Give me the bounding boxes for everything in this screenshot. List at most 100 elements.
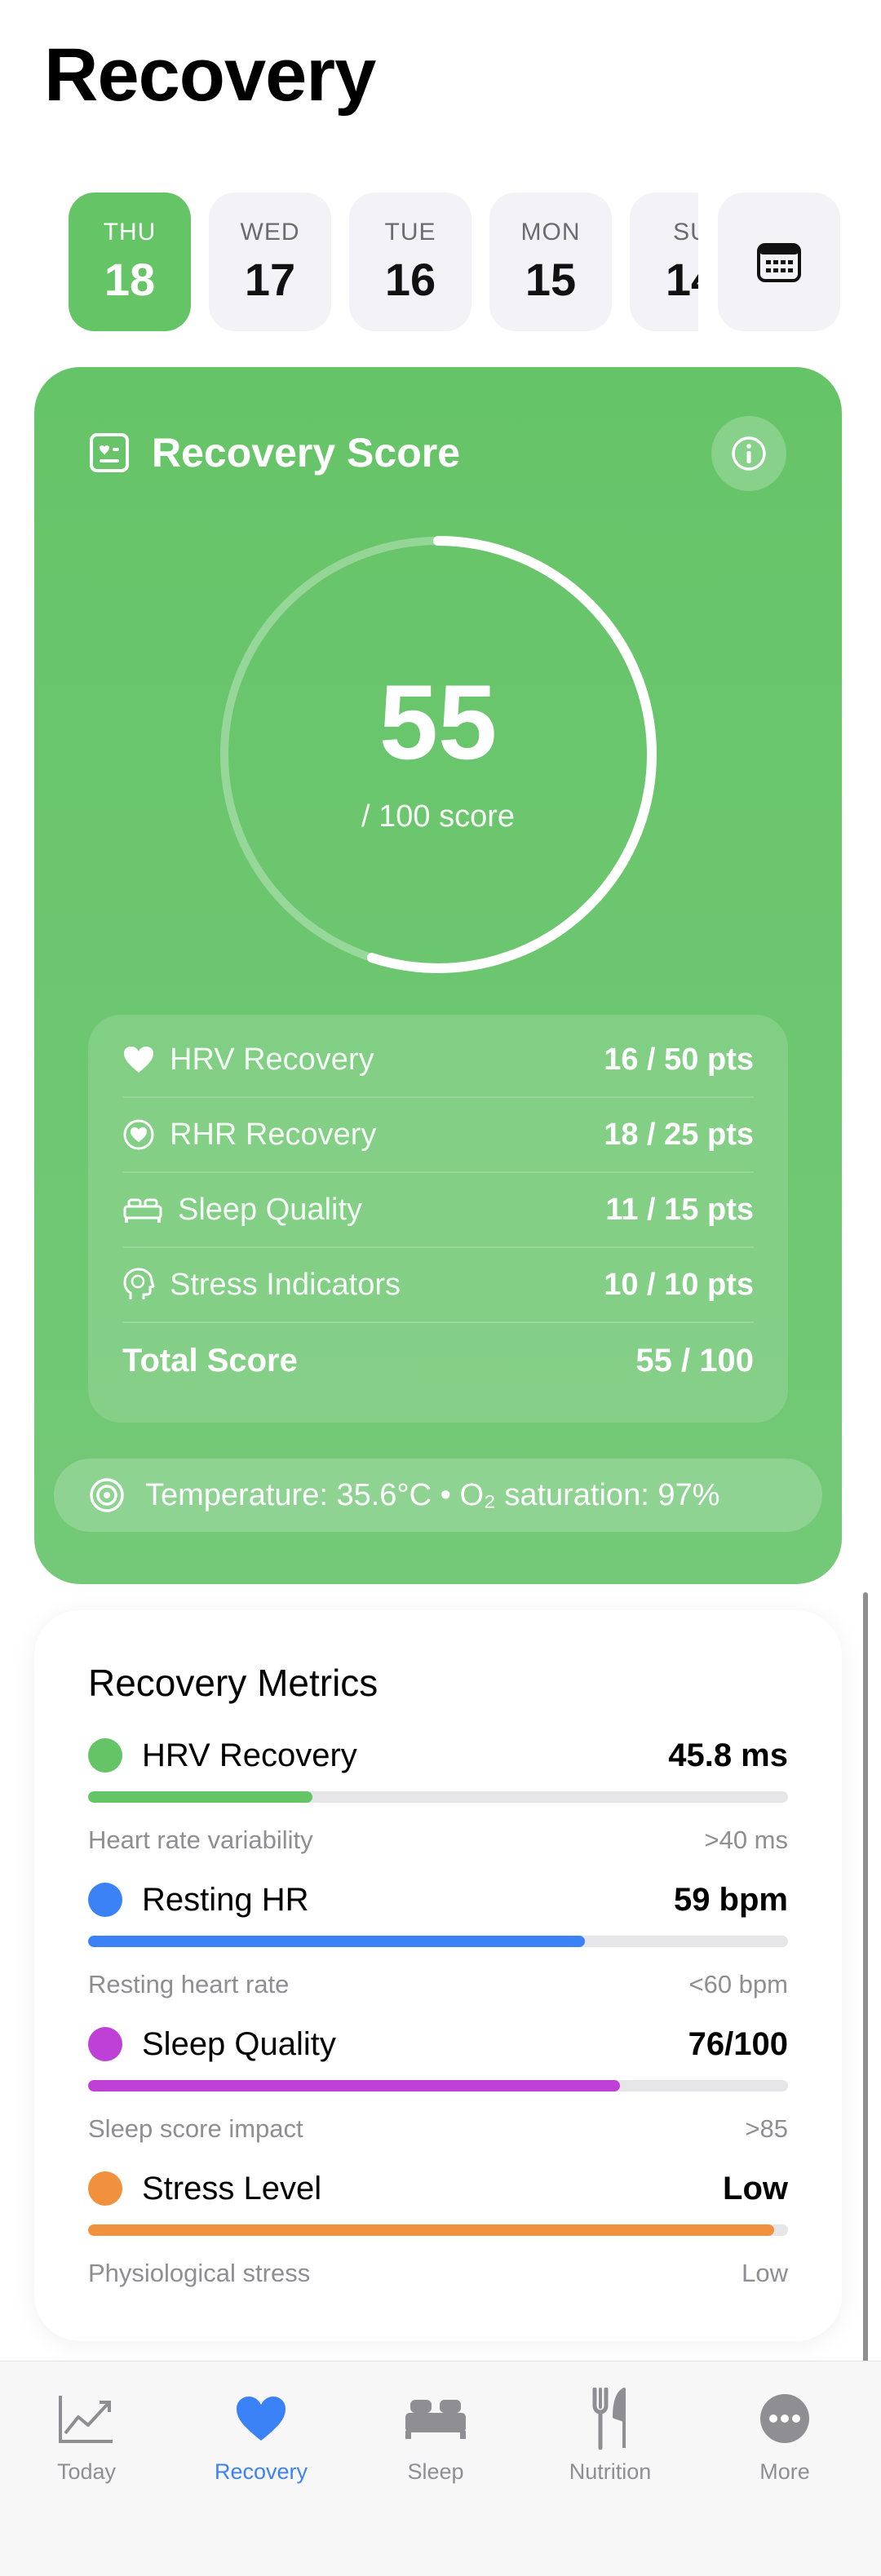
metric-description: Sleep score impact [88, 2114, 303, 2143]
day-number: 16 [384, 253, 436, 305]
scrollbar[interactable] [863, 1592, 868, 2369]
recovery-metrics-card: Recovery Metrics HRV Recovery 45.8 ms He… [34, 1610, 842, 2341]
tab-label: Today [56, 2459, 117, 2484]
day-sun[interactable]: SU 14 [630, 193, 698, 331]
tab-nutrition[interactable]: Nutrition [537, 2386, 684, 2500]
day-label: TUE [384, 218, 436, 246]
metric-hrv: HRV Recovery 45.8 ms Heart rate variabil… [88, 1733, 788, 1863]
metric-progress-track [88, 2224, 788, 2236]
day-number: 17 [244, 253, 296, 305]
breakdown-row-stress: Stress Indicators 10 / 10 pts [122, 1248, 754, 1323]
day-number: 15 [525, 253, 577, 305]
breakdown-value: 10 / 10 pts [604, 1267, 754, 1302]
day-label: MON [520, 218, 581, 246]
metric-dot [88, 2171, 122, 2206]
tab-more[interactable]: More [711, 2386, 858, 2500]
breakdown-row-total: Total Score 55 / 100 [122, 1323, 754, 1398]
metric-stress-level: Stress Level Low Physiological stress Lo… [88, 2166, 788, 2296]
metric-description: Resting heart rate [88, 1970, 290, 1998]
metric-name: Sleep Quality [142, 2025, 336, 2062]
metrics-title: Recovery Metrics [88, 1662, 379, 1704]
metric-value: Low [723, 2170, 788, 2206]
bed-icon [405, 2400, 466, 2439]
brain-icon [123, 1268, 155, 1299]
metric-description: Physiological stress [88, 2259, 311, 2287]
breakdown-label: Sleep Quality [178, 1192, 363, 1227]
metric-progress-fill [88, 1791, 312, 1803]
metric-dot [88, 2027, 122, 2061]
score-card-header: Recovery Score [88, 429, 460, 476]
metric-target: >40 ms [704, 1826, 788, 1854]
metric-progress-track [88, 2080, 788, 2091]
breakdown-label: HRV Recovery [170, 1042, 374, 1077]
metric-resting-hr: Resting HR 59 bpm Resting heart rate <60… [88, 1877, 788, 2007]
heart-icon [124, 1047, 153, 1073]
metric-name: HRV Recovery [142, 1737, 357, 1773]
metric-value: 45.8 ms [668, 1737, 788, 1773]
tab-bar: Today Recovery Sleep Nutrition More [0, 2361, 881, 2576]
metric-dot [88, 1738, 122, 1773]
metric-target: Low [742, 2259, 788, 2287]
tab-label: Recovery [214, 2459, 308, 2484]
day-label: THU [103, 218, 157, 246]
day-label: WED [240, 218, 300, 246]
recovery-score-card: Recovery Score 55 / 100 score HRV Recove… [34, 367, 842, 1584]
breakdown-value: 18 / 25 pts [604, 1117, 754, 1152]
vitals-text: Temperature: 35.6°C • O₂ saturation: 97% [145, 1477, 720, 1512]
metric-name: Resting HR [142, 1881, 309, 1918]
heart-icon [237, 2397, 286, 2441]
metric-progress-track [88, 1936, 788, 1947]
breakdown-row-rhr: RHR Recovery 18 / 25 pts [122, 1098, 754, 1173]
score-subtitle: / 100 score [361, 799, 515, 834]
tab-sleep[interactable]: Sleep [362, 2386, 509, 2500]
page-title: Recovery [44, 33, 376, 117]
tab-recovery[interactable]: Recovery [188, 2386, 334, 2500]
info-button[interactable] [711, 416, 786, 491]
target-icon [90, 1478, 124, 1512]
tab-label: More [759, 2459, 810, 2484]
total-value: 55 / 100 [635, 1342, 754, 1379]
day-number: 14 [665, 253, 698, 305]
breakdown-label: Stress Indicators [170, 1267, 401, 1302]
tab-today[interactable]: Today [13, 2386, 160, 2500]
calendar-icon [757, 243, 801, 282]
vitals-pill: Temperature: 35.6°C • O₂ saturation: 97% [54, 1458, 822, 1532]
metric-progress-fill [88, 2224, 774, 2236]
metric-target: >85 [745, 2114, 788, 2143]
metric-progress-fill [88, 1936, 586, 1947]
day-selector: THU 18 WED 17 TUE 16 MON 15 SU 14 [69, 193, 698, 331]
metric-value: 76/100 [688, 2025, 788, 2062]
day-label: SU [673, 218, 698, 246]
metric-target: <60 bpm [688, 1970, 788, 1998]
metric-progress-fill [88, 2080, 621, 2091]
breakdown-row-sleep: Sleep Quality 11 / 15 pts [122, 1173, 754, 1248]
day-wed[interactable]: WED 17 [209, 193, 331, 331]
total-label: Total Score [122, 1342, 298, 1379]
score-breakdown: HRV Recovery 16 / 50 pts RHR Recovery 18… [88, 1015, 788, 1423]
metric-value: 59 bpm [673, 1881, 788, 1918]
day-mon[interactable]: MON 15 [489, 193, 612, 331]
calendar-button[interactable] [718, 193, 840, 331]
metric-dot [88, 1883, 122, 1917]
tab-label: Sleep [407, 2459, 464, 2484]
recovery-screen: Recovery THU 18 WED 17 TUE 16 MON 15 SU … [0, 0, 881, 2576]
metric-progress-track [88, 1791, 788, 1803]
score-value: 55 [379, 662, 498, 781]
heart-circle-icon [123, 1119, 154, 1150]
breakdown-value: 11 / 15 pts [605, 1192, 754, 1227]
score-card-title: Recovery Score [152, 430, 461, 476]
more-icon [760, 2394, 809, 2443]
metric-name: Stress Level [142, 2170, 322, 2206]
breakdown-row-hrv: HRV Recovery 16 / 50 pts [122, 1023, 754, 1098]
day-thu[interactable]: THU 18 [69, 193, 191, 331]
tab-label: Nutrition [569, 2459, 652, 2484]
bed-icon [123, 1198, 162, 1223]
metric-sleep-quality: Sleep Quality 76/100 Sleep score impact … [88, 2021, 788, 2152]
day-tue[interactable]: TUE 16 [349, 193, 471, 331]
fork-knife-icon [592, 2388, 626, 2450]
day-number: 18 [104, 253, 156, 305]
info-icon [732, 436, 766, 471]
breakdown-label: RHR Recovery [170, 1117, 377, 1152]
score-card-icon [90, 433, 129, 472]
breakdown-value: 16 / 50 pts [604, 1042, 754, 1077]
